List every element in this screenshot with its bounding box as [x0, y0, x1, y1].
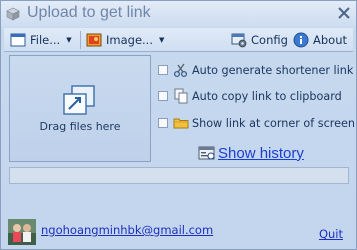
- chevron-down-icon: ▼: [66, 36, 72, 44]
- copy-icon: [174, 88, 188, 104]
- about-label: About: [313, 33, 348, 47]
- email-link[interactable]: ngohoangminhbk@gmail.com: [41, 223, 213, 237]
- upload-progress-bar: [9, 167, 349, 184]
- toolbar: File... ▼ Image... ▼ Config About: [4, 28, 353, 52]
- show-history-link[interactable]: Show history: [198, 143, 304, 163]
- show-corner-checkbox[interactable]: [158, 118, 168, 128]
- file-menu-label: File...: [30, 33, 61, 47]
- toolbar-separator: [80, 31, 81, 49]
- title-bar[interactable]: Upload to get link: [1, 1, 356, 27]
- config-icon: [231, 33, 247, 48]
- image-menu-label: Image...: [106, 33, 153, 47]
- option-auto-shorten[interactable]: Auto generate shortener link: [158, 62, 353, 78]
- history-icon: [198, 146, 215, 159]
- app-window: Upload to get link File... ▼ Image... ▼: [0, 0, 357, 250]
- window-title: Upload to get link: [27, 4, 151, 21]
- quit-link[interactable]: Quit: [319, 227, 343, 241]
- drag-drop-icon: [63, 85, 95, 115]
- auto-copy-label: Auto copy link to clipboard: [192, 89, 342, 103]
- image-icon: [86, 33, 102, 47]
- config-button[interactable]: Config: [231, 30, 288, 50]
- auto-shorten-label: Auto generate shortener link: [192, 63, 354, 77]
- show-history-label: Show history: [218, 144, 304, 162]
- show-corner-label: Show link at corner of screen: [192, 116, 355, 130]
- info-icon: [293, 32, 309, 48]
- image-menu-button[interactable]: Image... ▼: [86, 30, 164, 50]
- drop-zone[interactable]: Drag files here: [9, 55, 151, 162]
- drop-zone-label: Drag files here: [39, 120, 121, 133]
- scissors-icon: [173, 63, 188, 78]
- folder-icon: [173, 118, 189, 129]
- app-icon: [6, 7, 20, 21]
- option-show-corner[interactable]: Show link at corner of screen: [158, 115, 355, 131]
- auto-shorten-checkbox[interactable]: [158, 65, 168, 75]
- avatar: [8, 219, 36, 245]
- chevron-down-icon: ▼: [158, 36, 165, 44]
- close-icon[interactable]: [336, 5, 352, 21]
- auto-copy-checkbox[interactable]: [158, 91, 168, 101]
- file-icon: [10, 33, 26, 47]
- file-menu-button[interactable]: File... ▼: [10, 30, 72, 50]
- about-button[interactable]: About: [293, 30, 347, 50]
- option-auto-copy[interactable]: Auto copy link to clipboard: [158, 88, 342, 104]
- config-label: Config: [251, 33, 288, 47]
